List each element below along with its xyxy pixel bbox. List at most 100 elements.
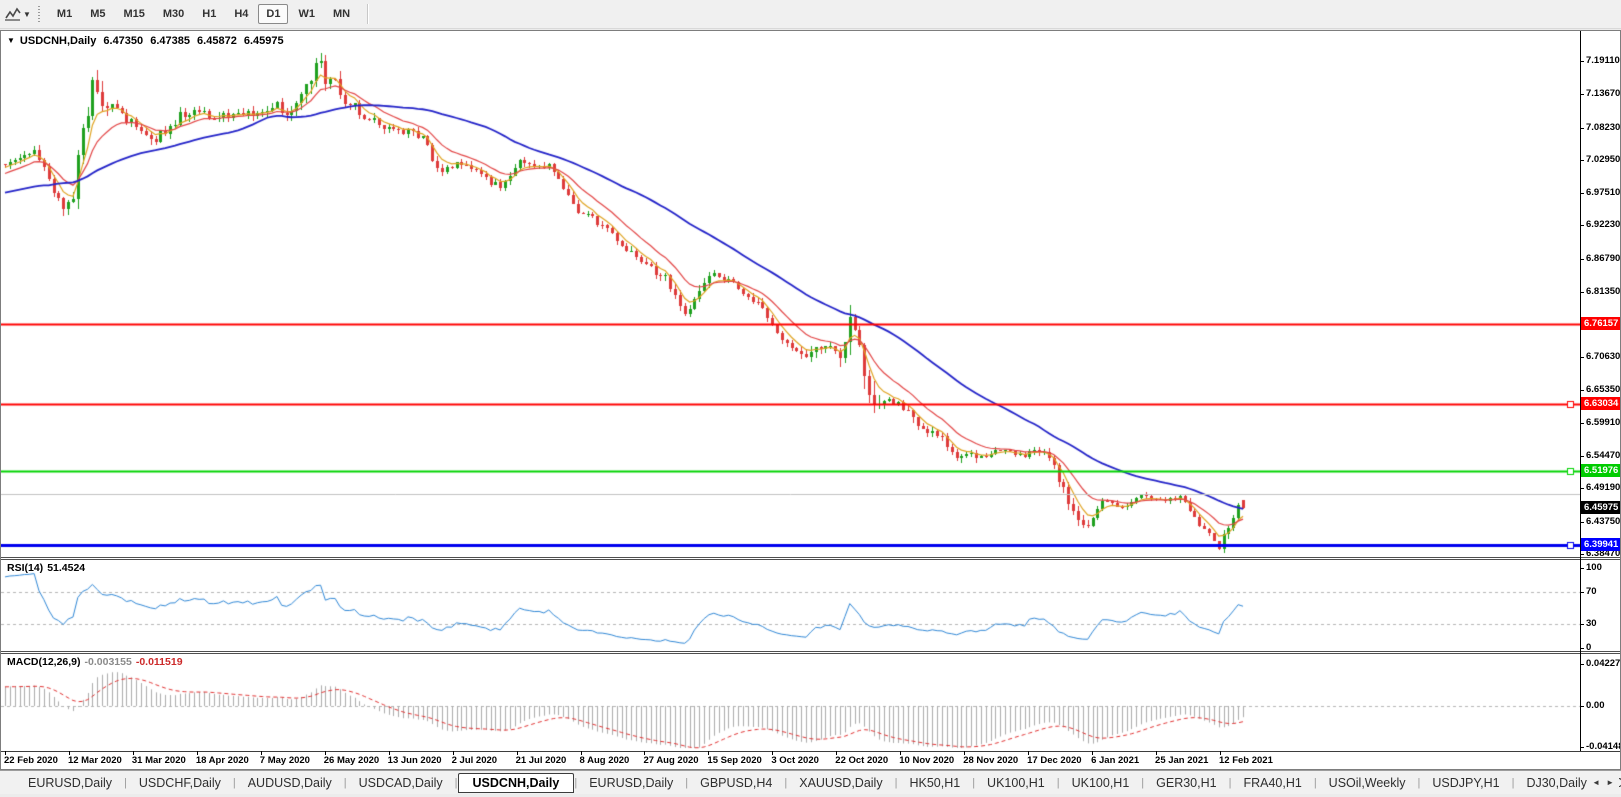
chart-tab-usdjpy-h1[interactable]: USDJPY,H1 — [1420, 774, 1511, 792]
rsi-tick-label: 0 — [1586, 642, 1592, 653]
chart-tab-hk50-h1[interactable]: HK50,H1 — [897, 774, 972, 792]
price-tick-mark — [1580, 61, 1584, 62]
date-tick-label: 27 Aug 2020 — [643, 755, 699, 766]
rsi-tick-mark — [1580, 592, 1584, 593]
chart-tab-gbpusd-h4[interactable]: GBPUSD,H4 — [688, 774, 784, 792]
timeframe-button-m15[interactable]: M15 — [115, 4, 152, 24]
price-tick-mark — [1580, 159, 1584, 161]
price-tick-mark — [1580, 521, 1584, 523]
price-tick-label: 6.59910 — [1586, 416, 1621, 428]
chart-tab-usdcad-daily[interactable]: USDCAD,Daily — [347, 774, 455, 792]
ohlc-open: 6.47350 — [103, 35, 144, 47]
macd-main-value: -0.003155 — [84, 656, 132, 668]
ohlc-low: 6.45872 — [197, 35, 237, 47]
chart-tab-usoil-weekly[interactable]: USOil,Weekly — [1317, 774, 1418, 792]
date-tick-label: 21 Jul 2020 — [515, 755, 567, 766]
macd-tick-label: 0.042275 — [1586, 658, 1621, 670]
price-tick-mark — [1580, 456, 1584, 458]
macd-tick-mark — [1580, 747, 1584, 749]
rsi-tick-label: 30 — [1586, 618, 1597, 629]
scroll-left-icon[interactable]: ◄ — [1589, 776, 1603, 789]
chart-tab-audusd-daily[interactable]: AUDUSD,Daily — [236, 774, 344, 792]
macd-tick-label: 0.00 — [1586, 700, 1605, 711]
macd-tick-mark — [1580, 706, 1584, 707]
chart-tab-uk100-h1[interactable]: UK100,H1 — [1060, 774, 1142, 792]
rsi-tick-mark — [1580, 648, 1584, 649]
macd-indicator-canvas[interactable] — [1, 654, 1580, 751]
pane-splitter-rsi[interactable] — [1, 557, 1620, 560]
price-tick-mark — [1580, 389, 1584, 391]
price-level-flag: 6.45975 — [1581, 501, 1620, 515]
scroll-right-icon[interactable]: ► — [1603, 776, 1617, 789]
chart-tab-usdchf-daily[interactable]: USDCHF,Daily — [127, 774, 233, 792]
price-tick-label: 6.81350 — [1586, 285, 1621, 297]
price-tick-mark — [1580, 554, 1584, 556]
timeframe-button-row: M1 M5 M15 M30 H1 H4 D1 W1 MN — [48, 0, 359, 28]
draw-cursor-icon[interactable] — [4, 5, 22, 23]
chart-tab-eurusd-daily[interactable]: EURUSD,Daily — [577, 774, 685, 792]
date-tick-label: 12 Mar 2020 — [67, 755, 122, 766]
timeframe-button-m30[interactable]: M30 — [155, 4, 192, 24]
chart-tab-bar: EURUSD,Daily | USDCHF,Daily | AUDUSD,Daily | U… — [0, 770, 1621, 794]
timeframe-button-w1[interactable]: W1 — [290, 4, 323, 24]
rsi-indicator-canvas[interactable] — [1, 560, 1580, 651]
timeframe-button-m1[interactable]: M1 — [49, 4, 80, 24]
price-tick-label: 7.13670 — [1586, 88, 1621, 100]
date-tick-label: 17 Dec 2020 — [1027, 755, 1082, 766]
price-tick-label: 7.02950 — [1586, 153, 1621, 165]
macd-tick-mark — [1580, 664, 1584, 666]
date-tick-label: 31 Mar 2020 — [131, 755, 186, 766]
pane-splitter-macd[interactable] — [1, 651, 1620, 654]
price-tick-label: 6.43750 — [1586, 515, 1621, 527]
price-level-flag: 6.51976 — [1581, 464, 1620, 478]
chevron-down-icon[interactable]: ▼ — [23, 10, 31, 19]
date-tick-label: 7 May 2020 — [259, 755, 310, 766]
date-tick-label: 12 Feb 2021 — [1218, 755, 1273, 766]
triangle-down-icon[interactable]: ▼ — [7, 36, 15, 45]
price-axis-line — [1580, 31, 1581, 751]
rsi-tick-mark — [1580, 624, 1584, 625]
date-tick-label: 22 Feb 2020 — [4, 755, 58, 766]
chart-tab-usdcnh-daily[interactable]: USDCNH,Daily — [457, 772, 575, 793]
price-tick-mark — [1580, 193, 1584, 195]
ohlc-close: 6.45975 — [243, 35, 284, 47]
price-tick-mark — [1580, 488, 1584, 490]
ohlc-high: 6.47385 — [150, 35, 190, 47]
rsi-tick-label: 70 — [1586, 586, 1597, 597]
timeframe-button-d1[interactable]: D1 — [258, 4, 289, 24]
chart-tab-eurusd-daily[interactable]: EURUSD,Daily — [16, 774, 124, 792]
chart-tab-uk100-h1[interactable]: UK100,H1 — [975, 774, 1057, 792]
date-tick-label: 25 Jan 2021 — [1155, 755, 1209, 766]
price-tick-label: 7.08230 — [1586, 121, 1621, 133]
macd-tick-label: -0.04148 — [1586, 741, 1621, 753]
rsi-value: 51.4524 — [47, 562, 86, 574]
price-tick-mark — [1580, 94, 1584, 96]
price-tick-label: 6.70630 — [1586, 351, 1621, 363]
price-level-flag: 6.63034 — [1581, 396, 1620, 410]
chart-tab-ger30-h1[interactable]: GER30,H1 — [1144, 774, 1228, 792]
date-tick-label: 28 Nov 2020 — [963, 755, 1019, 766]
timeframe-button-h1[interactable]: H1 — [194, 4, 224, 24]
date-tick-label: 3 Oct 2020 — [771, 755, 819, 766]
price-tick-mark — [1580, 422, 1584, 424]
chart-tab-xauusd-daily[interactable]: XAUUSD,Daily — [787, 774, 894, 792]
rsi-tick-mark — [1580, 568, 1584, 569]
price-level-flag: 6.76157 — [1581, 316, 1620, 330]
date-axis[interactable]: 22 Feb 2020 12 Mar 2020 31 Mar 2020 18 Apr … — [1, 751, 1620, 769]
date-tick-label: 8 Aug 2020 — [579, 755, 630, 766]
price-tick-mark — [1580, 258, 1584, 260]
top-toolbar: ▼ M1 M5 M15 M30 H1 H4 D1 W1 MN — [0, 0, 1621, 29]
tab-scroll-arrows: ◄ ► — [1587, 771, 1619, 794]
main-price-chart-canvas[interactable] — [1, 31, 1580, 557]
timeframe-button-h4[interactable]: H4 — [226, 4, 256, 24]
date-tick-label: 13 Jun 2020 — [387, 755, 442, 766]
price-tick-mark — [1580, 127, 1584, 129]
timeframe-button-mn[interactable]: MN — [325, 4, 358, 24]
price-level-flag: 6.39941 — [1581, 538, 1620, 552]
price-tick-label: 6.49190 — [1586, 482, 1621, 494]
toolbar-grip[interactable] — [36, 6, 42, 22]
date-tick-label: 22 Oct 2020 — [835, 755, 889, 766]
chart-tab-fra40-h1[interactable]: FRA40,H1 — [1231, 774, 1313, 792]
timeframe-button-m5[interactable]: M5 — [82, 4, 113, 24]
toolbar-separator — [367, 4, 370, 24]
